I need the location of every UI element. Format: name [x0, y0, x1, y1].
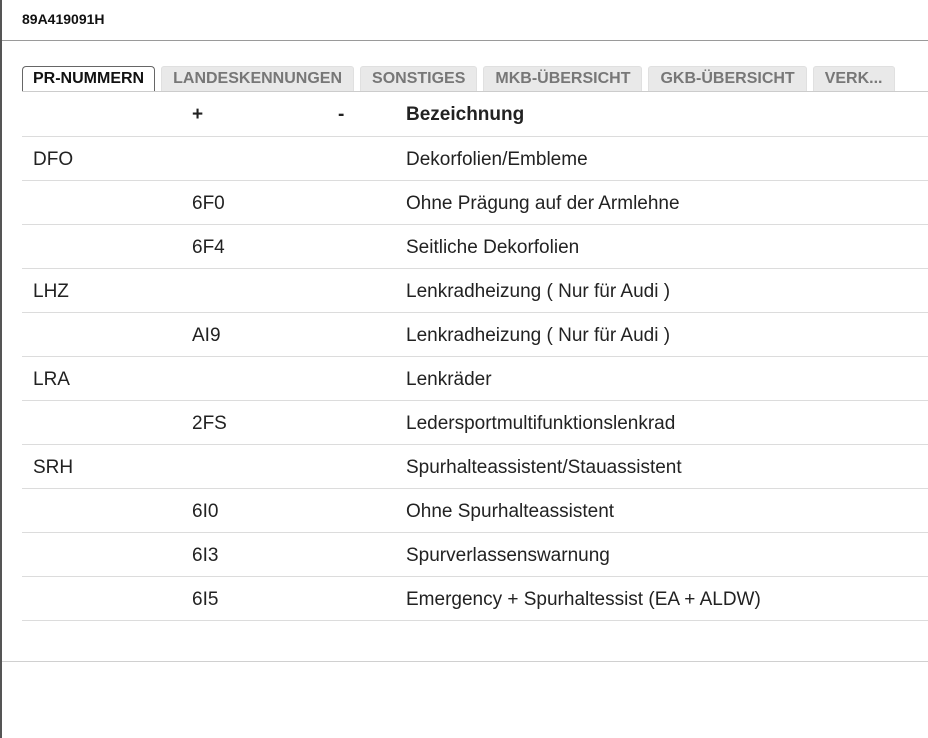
table-header-row: + - Bezeichnung [22, 92, 928, 137]
tab-sonstiges[interactable]: SONSTIGES [360, 66, 478, 91]
table-row: AI9 Lenkradheizung ( Nur für Audi ) [22, 313, 928, 357]
table-row: 2FS Ledersportmultifunktionslenkrad [22, 401, 928, 445]
tab-verk[interactable]: VERK... [812, 66, 895, 91]
table-row: 6F4 Seitliche Dekorfolien [22, 225, 928, 269]
column-header-minus: - [338, 104, 345, 125]
family-code: LRA [33, 369, 70, 390]
tab-mkb-uebersicht[interactable]: MKB-ÜBERSICHT [483, 66, 643, 91]
part-details-window: 89A419091H PR-NUMMERN LANDESKENNUNGEN SONS… [0, 0, 928, 738]
description: Lenkradheizung ( Nur für Audi ) [406, 281, 671, 302]
table-row: DFO Dekorfolien/Embleme [22, 137, 928, 181]
pr-number-plus: 6F0 [192, 193, 225, 214]
pr-number-plus: 6I3 [192, 545, 219, 566]
column-header-description: Bezeichnung [406, 104, 525, 125]
column-header-plus: + [192, 104, 204, 125]
table-row: LHZ Lenkradheizung ( Nur für Audi ) [22, 269, 928, 313]
family-code: LHZ [33, 281, 69, 302]
footer-divider [2, 661, 928, 662]
pr-number-table: + - Bezeichnung DFO Dekorfolien/Embleme … [22, 92, 928, 621]
pr-number-plus: 6I5 [192, 589, 219, 610]
description: Dekorfolien/Embleme [406, 149, 588, 170]
table-row: 6I0 Ohne Spurhalteassistent [22, 489, 928, 533]
pr-number-plus: 2FS [192, 413, 227, 434]
description: Spurverlassenswarnung [406, 545, 610, 566]
table-row: 6F0 Ohne Prägung auf der Armlehne [22, 181, 928, 225]
title-bar: 89A419091H [2, 0, 928, 41]
description: Ohne Prägung auf der Armlehne [406, 193, 680, 214]
family-code: SRH [33, 457, 74, 478]
table-row: 6I5 Emergency + Spurhaltessist (EA + ALD… [22, 577, 928, 621]
window-title: 89A419091H [22, 11, 105, 27]
description: Lenkradheizung ( Nur für Audi ) [406, 325, 671, 346]
description: Spurhalteassistent/Stauassistent [406, 457, 682, 478]
table-row: 6I3 Spurverlassenswarnung [22, 533, 928, 577]
tab-landeskennungen[interactable]: LANDESKENNUNGEN [161, 66, 355, 91]
description: Ledersportmultifunktionslenkrad [406, 413, 676, 434]
pr-number-plus: 6I0 [192, 501, 219, 522]
tab-gkb-uebersicht[interactable]: GKB-ÜBERSICHT [648, 66, 807, 91]
pr-number-plus: AI9 [192, 325, 221, 346]
description: Emergency + Spurhaltessist (EA + ALDW) [406, 589, 761, 610]
table-row: SRH Spurhalteassistent/Stauassistent [22, 445, 928, 489]
tab-pr-nummern[interactable]: PR-NUMMERN [22, 66, 156, 92]
description: Seitliche Dekorfolien [406, 237, 580, 258]
table-row: LRA Lenkräder [22, 357, 928, 401]
family-code: DFO [33, 149, 74, 170]
tab-bar: PR-NUMMERN LANDESKENNUNGEN SONSTIGES MKB-ÜB… [22, 66, 928, 92]
pr-number-plus: 6F4 [192, 237, 225, 258]
description: Ohne Spurhalteassistent [406, 501, 615, 522]
description: Lenkräder [406, 369, 492, 390]
